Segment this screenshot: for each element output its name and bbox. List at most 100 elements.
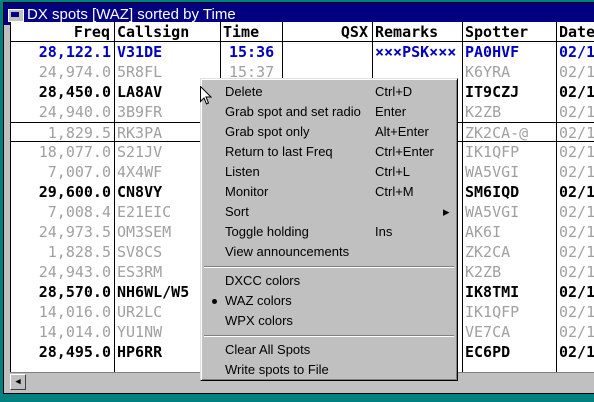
menu-item-shortcut: Ins <box>375 224 393 239</box>
cell-spotter: WA5VGI <box>465 163 520 181</box>
menu-item-monitor[interactable]: Monitor Ctrl+M <box>204 182 454 202</box>
cell-freq: 24,940.0 <box>38 103 111 121</box>
cell-qsx <box>283 42 373 62</box>
cell-spotter: K2ZB <box>465 263 502 281</box>
cell-freq: 24,973.5 <box>38 223 111 241</box>
menu-item-label: Grab spot and set radio <box>225 104 361 119</box>
column-header-callsign[interactable]: Callsign <box>115 22 221 42</box>
menu-item-shortcut: Ctrl+L <box>375 164 411 179</box>
cell-spotter: K2ZB <box>465 103 502 121</box>
cell-date: 02/1 <box>559 103 594 121</box>
cell-date: 02/1 <box>559 183 594 201</box>
cell-freq: 7,008.4 <box>47 203 111 221</box>
cell-spotter: K6YRA <box>465 63 511 81</box>
menu-item-label: Monitor <box>225 184 269 199</box>
menu-item-view-announcements[interactable]: View announcements <box>204 242 454 262</box>
menu-item-label: Delete <box>225 84 263 99</box>
menu-item-toggle-holding[interactable]: Toggle holding Ins <box>204 222 454 242</box>
menu-item-listen[interactable]: Listen Ctrl+L <box>204 162 454 182</box>
cell-date: 02/1 <box>559 303 594 321</box>
menu-item-shortcut: Alt+Enter <box>375 124 429 139</box>
spot-row[interactable]: 28,122.1 V31DE 15:36 ×××PSK××× PA0HVF 02/1 <box>11 42 594 62</box>
cell-callsign: V31DE <box>117 43 163 61</box>
cell-freq: 28,122.1 <box>38 43 111 61</box>
cell-date: 02/1 <box>559 83 594 101</box>
cell-freq: 1,828.5 <box>47 243 111 261</box>
cell-date: 02/1 <box>559 124 594 142</box>
column-header-time[interactable]: Time <box>221 22 283 42</box>
menu-item-label: View announcements <box>225 244 350 259</box>
menu-item-label: Listen <box>225 164 260 179</box>
cell-freq: 14,016.0 <box>38 303 111 321</box>
cell-freq: 18,077.0 <box>38 143 111 161</box>
cell-freq: 29,600.0 <box>38 183 111 201</box>
menu-item-delete[interactable]: Delete Ctrl+D <box>204 82 454 102</box>
menu-item-label: WPX colors <box>225 313 293 328</box>
cell-remarks: ×××PSK××× <box>375 43 457 61</box>
column-header-spotter[interactable]: Spotter <box>463 22 557 42</box>
menu-item-label: Toggle holding <box>225 224 309 239</box>
cell-date: 02/1 <box>559 63 594 81</box>
cell-date: 02/1 <box>559 263 594 281</box>
menu-item-shortcut: Ctrl+M <box>375 184 414 199</box>
menu-item-grab-spot-and-set-radio[interactable]: Grab spot and set radio Enter <box>204 102 454 122</box>
menu-item-label: WAZ colors <box>225 293 292 308</box>
cell-freq: 24,943.0 <box>38 263 111 281</box>
menu-separator <box>204 335 454 337</box>
cell-spotter: EC6PD <box>465 343 511 361</box>
cell-date: 02/1 <box>559 143 594 161</box>
cell-time: 15:36 <box>229 43 275 61</box>
menu-item-label: Return to last Freq <box>225 144 333 159</box>
cell-freq: 28,570.0 <box>38 283 111 301</box>
cell-spotter: ZK2CA <box>465 243 511 261</box>
menu-item-grab-spot-only[interactable]: Grab spot only Alt+Enter <box>204 122 454 142</box>
cell-spotter: IK1QFP <box>465 303 520 321</box>
cell-date: 02/1 <box>559 203 594 221</box>
triangle-right-icon: ▸ <box>443 204 450 219</box>
cell-spotter: SM6IQD <box>465 183 520 201</box>
cell-freq: 14,014.0 <box>38 323 111 341</box>
cell-freq: 1,829.5 <box>47 124 111 142</box>
menu-item-write-spots-to-file[interactable]: Write spots to File <box>204 360 454 380</box>
cell-freq: 28,495.0 <box>38 343 111 361</box>
column-header-qsx[interactable]: QSX <box>283 22 373 42</box>
column-header-freq[interactable]: Freq <box>11 22 115 42</box>
menu-item-return-to-last-freq[interactable]: Return to last Freq Ctrl+Enter <box>204 142 454 162</box>
mouse-pointer-icon <box>200 86 212 105</box>
menu-item-shortcut: Enter <box>375 104 407 119</box>
cell-freq: 24,974.0 <box>38 63 111 81</box>
triangle-left-icon: ◀ <box>15 377 21 387</box>
cell-spotter: VE7CA <box>465 323 511 341</box>
menu-item-shortcut: Ctrl+D <box>375 84 413 99</box>
cell-spotter: IK8TMI <box>465 283 520 301</box>
radio-bullet-icon <box>212 299 217 304</box>
menu-item-label: Grab spot only <box>225 124 310 139</box>
cell-date: 02/1 <box>559 323 594 341</box>
cell-date: 02/1 <box>559 343 594 361</box>
cell-spotter: WA5VGI <box>465 203 520 221</box>
menu-item-label: DXCC colors <box>225 273 301 288</box>
cell-freq: 7,007.0 <box>47 163 111 181</box>
column-header-date[interactable]: Date <box>557 22 594 42</box>
menu-item-label: Write spots to File <box>225 362 329 377</box>
cell-date: 02/1 <box>559 223 594 241</box>
column-header-remarks[interactable]: Remarks <box>373 22 463 42</box>
menu-item-wpx-colors[interactable]: WPX colors <box>204 311 454 331</box>
cell-date: 02/1 <box>559 163 594 181</box>
cell-spotter: AK6I <box>465 223 502 241</box>
app-window-icon[interactable] <box>7 6 24 22</box>
scroll-left-button[interactable]: ◀ <box>10 374 26 390</box>
menu-item-sort[interactable]: Sort ▸ <box>204 202 454 222</box>
menu-item-label: Clear All Spots <box>225 342 311 357</box>
cell-spotter: ZK2CA-@ <box>465 124 529 142</box>
cell-freq: 28,450.0 <box>38 83 111 101</box>
menu-separator <box>204 266 454 268</box>
menu-item-dxcc-colors[interactable]: DXCC colors <box>204 271 454 291</box>
window-title: DX spots [WAZ] sorted by Time <box>27 5 236 23</box>
cell-date: 02/1 <box>559 43 594 61</box>
menu-item-clear-all-spots[interactable]: Clear All Spots <box>204 340 454 360</box>
menu-item-waz-colors[interactable]: WAZ colors <box>204 291 454 311</box>
cell-date: 02/1 <box>559 283 594 301</box>
grid-header: Freq Callsign Time QSX Remarks Spotter Date <box>11 22 594 42</box>
menu-item-shortcut: Ctrl+Enter <box>375 144 434 159</box>
